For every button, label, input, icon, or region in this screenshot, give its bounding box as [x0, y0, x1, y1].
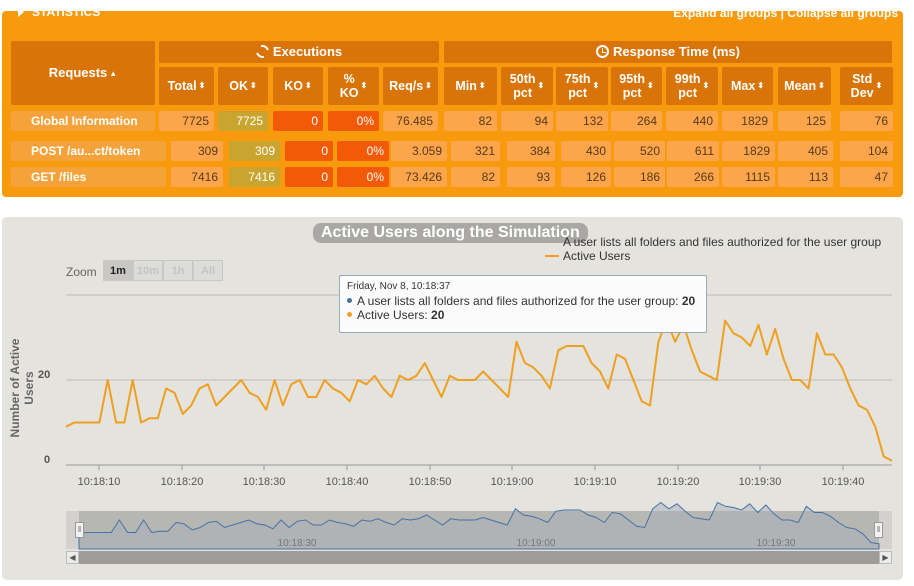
series-dot-icon: [347, 312, 352, 317]
x-tick-label: 10:19:10: [573, 476, 617, 488]
chart-tooltip: Friday, Nov 8, 10:18:37 A user lists all…: [339, 275, 707, 333]
x-tick-label: 10:19:20: [656, 476, 700, 488]
tooltip-date: Friday, Nov 8, 10:18:37: [347, 281, 451, 292]
navigator-tick: 10:19:00: [516, 538, 556, 549]
scroll-right-arrow-icon[interactable]: ▶: [879, 551, 892, 564]
x-tick-label: 10:18:10: [77, 476, 121, 488]
navigator-scrollbar[interactable]: [66, 551, 892, 564]
x-tick-label: 10:19:30: [738, 476, 782, 488]
series-dot-icon: [347, 298, 352, 303]
x-tick-label: 10:19:40: [821, 476, 865, 488]
active-users-line: [65, 319, 893, 462]
x-tick-label: 10:18:30: [242, 476, 286, 488]
navigator-tick: 10:19:30: [756, 538, 796, 549]
navigator-left-handle[interactable]: ‖: [75, 522, 84, 538]
navigator-right-handle[interactable]: ‖: [874, 522, 883, 538]
x-tick-label: 10:18:50: [408, 476, 452, 488]
x-tick-label: 10:18:40: [325, 476, 369, 488]
x-tick-label: 10:18:20: [160, 476, 204, 488]
scroll-left-arrow-icon[interactable]: ◀: [66, 551, 79, 564]
x-tick-label: 10:19:00: [490, 476, 534, 488]
navigator-tick: 10:18:30: [277, 538, 317, 549]
